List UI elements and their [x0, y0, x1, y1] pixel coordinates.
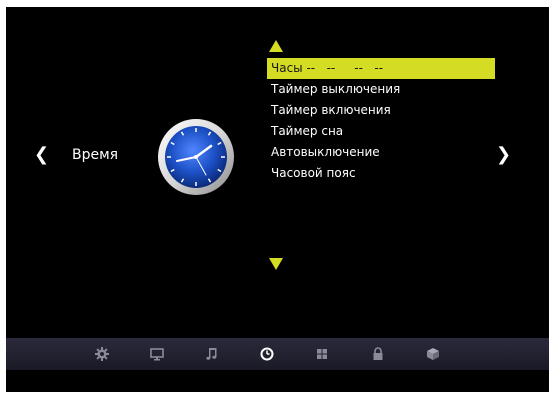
section-title: Время	[72, 147, 119, 163]
clock-icon[interactable]	[259, 346, 275, 362]
menu-item-auto-off[interactable]: Автовыключение	[267, 142, 495, 163]
menu-item-sleep-timer[interactable]: Таймер сна	[267, 121, 495, 142]
prev-section-arrow[interactable]: ❮	[34, 146, 49, 164]
menu-item-off-timer[interactable]: Таймер выключения	[267, 79, 495, 100]
menu-item-label: Часы	[271, 61, 303, 75]
scroll-down-arrow[interactable]	[269, 258, 283, 270]
menu-item-label: Таймер включения	[271, 103, 391, 117]
monitor-icon[interactable]	[149, 346, 165, 362]
gear-icon[interactable]	[94, 346, 110, 362]
clock-value: -- -- -- --	[302, 61, 384, 75]
next-section-arrow[interactable]: ❯	[496, 146, 511, 164]
cube-icon[interactable]	[425, 346, 441, 362]
time-settings-menu: Часы -- -- -- -- Таймер выключения Тайме…	[267, 58, 495, 184]
menu-item-clock[interactable]: Часы -- -- -- --	[267, 58, 495, 79]
menu-item-time-zone[interactable]: Часовой пояс	[267, 163, 495, 184]
grid-icon[interactable]	[314, 346, 330, 362]
scroll-up-arrow[interactable]	[269, 40, 283, 52]
menu-item-on-timer[interactable]: Таймер включения	[267, 100, 495, 121]
menu-item-label: Таймер выключения	[271, 82, 401, 96]
tv-menu-screen: ❮ Время Часы -- -- -- -- Таймер выключен…	[6, 7, 549, 392]
menu-item-label: Автовыключение	[271, 145, 380, 159]
music-note-icon[interactable]	[204, 346, 220, 362]
lock-icon[interactable]	[370, 346, 386, 362]
menu-item-label: Таймер сна	[271, 124, 344, 138]
category-bar	[6, 338, 549, 370]
menu-item-label: Часовой пояс	[271, 166, 356, 180]
analog-clock-icon	[158, 119, 234, 195]
